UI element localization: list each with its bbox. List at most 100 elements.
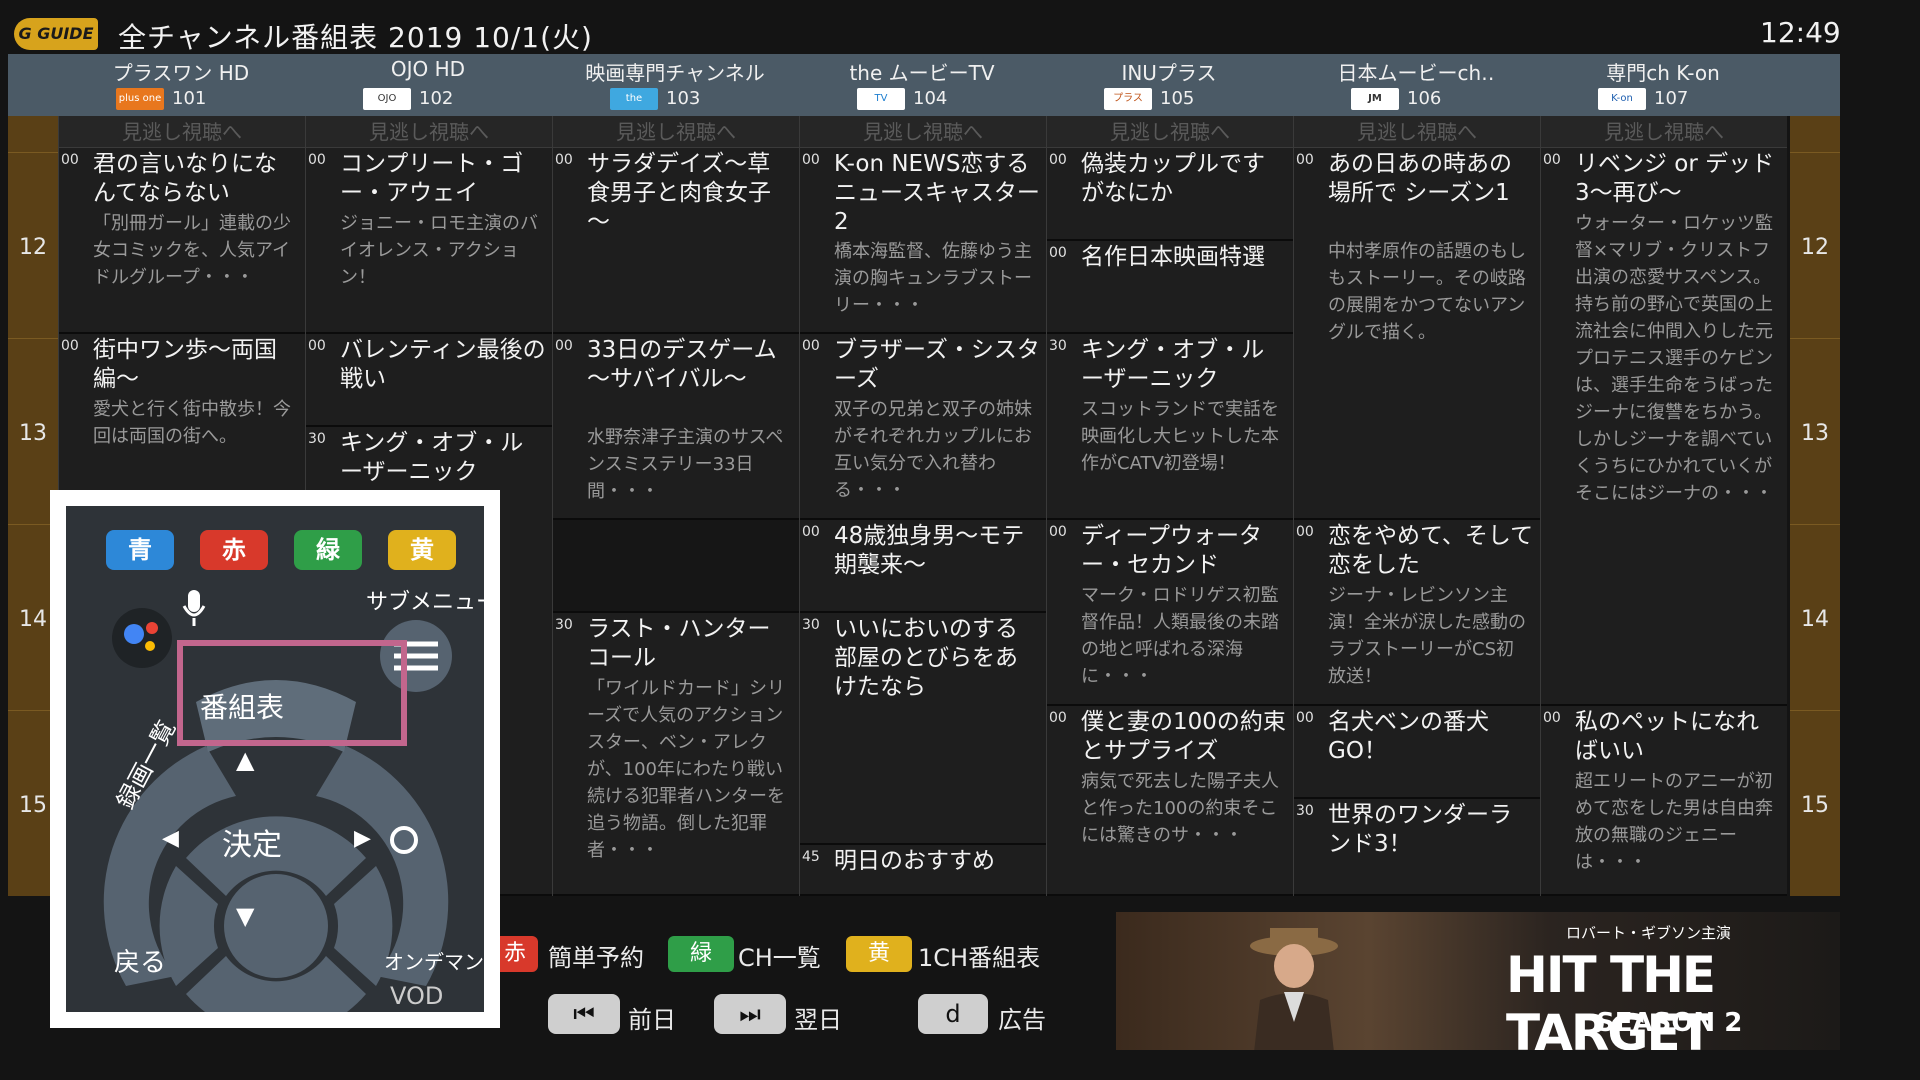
program-start-minute: 30 — [802, 617, 820, 633]
ad-banner[interactable]: ロバート・ギブソン主演 HIT THE TARGET SEASON 2 — [1116, 912, 1840, 1050]
missed-viewing-link[interactable]: 見逃し視聴へ — [306, 116, 552, 148]
missed-viewing-link[interactable]: 見逃し視聴へ — [1541, 116, 1787, 148]
program-title: コンプリート・ゴー・アウェイ — [340, 151, 524, 206]
program-cell[interactable]: 30 いいにおいのする部屋のとびらをあけたなら — [800, 613, 1046, 845]
program-title: ラスト・ハンターコール — [587, 616, 771, 671]
program-description: ジョニー・ロモ主演のバイオレンス・アクション！ — [340, 213, 538, 288]
program-start-minute: 00 — [1049, 152, 1067, 168]
left-arrow-icon[interactable]: ◀ — [162, 826, 179, 851]
down-arrow-icon[interactable]: ▼ — [236, 902, 254, 930]
channel-logo: TV — [857, 88, 905, 110]
program-cell[interactable]: 00 僕と妻の100の約束とサプライズ 病気で死去した陽子夫人と作った100の約… — [1047, 706, 1293, 896]
program-start-minute: 30 — [308, 431, 326, 447]
program-cell[interactable]: 30 キング・オブ・ルーザーニック スコットランドで実話を映画化し大ヒットした本… — [1047, 334, 1293, 520]
green-button-label: CH一覧 — [738, 944, 821, 972]
program-title: 33日のデスゲーム～サバイバル～ — [587, 337, 777, 392]
previous-day-icon[interactable]: ⏮ — [548, 994, 620, 1034]
channel-column: 見逃し視聴へ 00 K-on NEWS恋するニュースキャスター2 橋本海監督、佐… — [799, 116, 1046, 896]
missed-viewing-link[interactable]: 見逃し視聴へ — [1294, 116, 1540, 148]
program-title: リベンジ or デッド3～再び～ — [1575, 151, 1775, 206]
up-arrow-icon[interactable]: ▲ — [236, 746, 254, 774]
right-arrow-icon[interactable]: ▶ — [354, 826, 371, 851]
program-cell[interactable]: 00 君の言いなりになんてならない 「別冊ガール」連載の少女コミックを、人気アイ… — [59, 148, 305, 334]
yellow-button-label: 1CH番組表 — [918, 944, 1041, 972]
green-button[interactable]: 緑 — [668, 936, 734, 972]
clock: 12:49 — [1760, 16, 1841, 49]
program-cell[interactable]: 00 私のペットになればいい 超エリートのアニーが初めて恋をした男は自由奔放の無… — [1541, 706, 1787, 896]
channel-number: 107 — [1654, 88, 1689, 109]
program-title: K-on NEWS恋するニュースキャスター2 — [834, 151, 1040, 235]
missed-viewing-link[interactable]: 見逃し視聴へ — [1047, 116, 1293, 148]
channel-name: 日本ムービーch‥ — [1337, 61, 1495, 85]
channel-number: 102 — [419, 88, 454, 109]
remote-blue-button[interactable]: 青 — [106, 530, 174, 570]
program-description: マーク・ロドリゲス初監督作品！人類最後の未踏の地と呼ばれる深海に・・・ — [1081, 585, 1279, 687]
red-button-label: 簡単予約 — [548, 944, 644, 972]
channel-102[interactable]: OJO HD OJO 102 — [305, 54, 551, 116]
remote-red-button[interactable]: 赤 — [200, 530, 268, 570]
program-title: 僕と妻の100の約束とサプライズ — [1081, 709, 1286, 764]
program-cell[interactable]: 00 名作日本映画特選 — [1047, 241, 1293, 334]
channel-number: 104 — [913, 88, 948, 109]
program-cell[interactable]: 00 名犬ベンの番犬GO！ — [1294, 706, 1540, 799]
program-start-minute: 00 — [308, 152, 326, 168]
program-cell[interactable]: 00 ブラザーズ・シスターズ 双子の兄弟と双子の姉妹がそれぞれカップルにお互い気… — [800, 334, 1046, 520]
next-day-icon[interactable]: ⏭ — [714, 994, 786, 1034]
channel-name: 映画専門チャンネル — [585, 61, 765, 85]
channel-104[interactable]: the ムービーTV TV 104 — [799, 54, 1045, 116]
program-start-minute: 00 — [555, 338, 573, 354]
channel-103[interactable]: 映画専門チャンネル the MOVIE 103 — [552, 54, 798, 116]
channel-106[interactable]: 日本ムービーch‥ JM 106 — [1293, 54, 1539, 116]
program-title: サラダデイズ～草食男子と肉食女子～ — [587, 151, 771, 235]
remote-yellow-button[interactable]: 黄 — [388, 530, 456, 570]
guide-button-highlight — [177, 640, 407, 746]
channel-column: 見逃し視聴へ 00 あの日あの時あの場所で シーズン1 中村孝原作の話題のもしも… — [1293, 116, 1540, 896]
remote-body: 青 赤 緑 黄 サブメニュー — [66, 506, 484, 1012]
back-button[interactable]: 戻る — [114, 942, 166, 979]
program-start-minute: 30 — [1296, 803, 1314, 819]
yellow-button[interactable]: 黄 — [846, 936, 912, 972]
program-title: ブラザーズ・シスターズ — [834, 337, 1040, 392]
program-cell[interactable]: 00 恋をやめて、そして恋をした ジーナ・レビンソン主演！全米が涙した感動のラブ… — [1294, 520, 1540, 706]
channel-number: 105 — [1160, 88, 1195, 109]
channel-number: 103 — [666, 88, 701, 109]
hour-label: 12 — [8, 152, 58, 338]
program-start-minute: 00 — [802, 338, 820, 354]
missed-viewing-link[interactable]: 見逃し視聴へ — [800, 116, 1046, 148]
program-title: 名犬ベンの番犬GO！ — [1328, 709, 1489, 764]
program-cell[interactable]: 00 サラダデイズ～草食男子と肉食女子～ — [553, 148, 799, 334]
hour-label: 15 — [1790, 710, 1840, 896]
channel-101[interactable]: プラスワン HD plus one 101 — [58, 54, 304, 116]
channel-name: the ムービーTV — [849, 61, 995, 85]
program-start-minute: 00 — [802, 524, 820, 540]
program-cell[interactable]: 00 あの日あの時あの場所で シーズン1 中村孝原作の話題のもしもストーリー。そ… — [1294, 148, 1540, 520]
program-start-minute: 00 — [802, 152, 820, 168]
program-cell[interactable]: 00 K-on NEWS恋するニュースキャスター2 橋本海監督、佐藤ゆう主演の胸… — [800, 148, 1046, 334]
missed-viewing-link[interactable]: 見逃し視聴へ — [59, 116, 305, 148]
program-cell[interactable]: 00 ディープウォーター・セカンド マーク・ロドリゲス初監督作品！人類最後の未踏… — [1047, 520, 1293, 706]
channel-105[interactable]: INUプラス プラス 105 — [1046, 54, 1292, 116]
program-cell[interactable]: 30 世界のワンダーランド3！ — [1294, 799, 1540, 896]
program-cell-empty[interactable] — [553, 520, 799, 613]
vod-button[interactable]: VOD — [390, 982, 443, 1010]
program-title: 48歳独身男～モテ期襲来～ — [834, 523, 1025, 578]
program-start-minute: 30 — [555, 617, 573, 633]
program-description: 双子の兄弟と双子の姉妹がそれぞれカップルにお互い気分で入れ替わる・・・ — [834, 399, 1032, 501]
program-description: 病気で死去した陽子夫人と作った100の約束そこには驚きのサ・・・ — [1081, 771, 1279, 846]
program-cell[interactable]: 00 バレンティン最後の戦い — [306, 334, 552, 427]
program-cell[interactable]: 00 33日のデスゲーム～サバイバル～ 水野奈津子主演のサスペンスミステリー33… — [553, 334, 799, 520]
program-cell[interactable]: 30 ラスト・ハンターコール 「ワイルドカード」シリーズで人気のアクションスター… — [553, 613, 799, 896]
program-cell[interactable]: 00 コンプリート・ゴー・アウェイ ジョニー・ロモ主演のバイオレンス・アクション… — [306, 148, 552, 334]
program-title: キング・オブ・ルーザーニック — [340, 430, 524, 485]
program-description: 「別冊ガール」連載の少女コミックを、人気アイドルグループ・・・ — [93, 213, 291, 288]
program-start-minute: 00 — [555, 152, 573, 168]
missed-viewing-link[interactable]: 見逃し視聴へ — [553, 116, 799, 148]
remote-green-button[interactable]: 緑 — [294, 530, 362, 570]
program-cell[interactable]: 45 明日のおすすめ — [800, 845, 1046, 896]
d-button[interactable]: d — [918, 994, 988, 1034]
program-cell[interactable]: 00 48歳独身男～モテ期襲来～ — [800, 520, 1046, 613]
ok-button[interactable]: 決定 — [222, 820, 282, 864]
program-cell[interactable]: 00 リベンジ or デッド3～再び～ ウォーター・ロケッツ監督×マリブ・クリス… — [1541, 148, 1787, 706]
channel-107[interactable]: 専門ch K-on K-on 107 — [1540, 54, 1786, 116]
program-cell[interactable]: 00 偽装カップルですがなにか — [1047, 148, 1293, 241]
